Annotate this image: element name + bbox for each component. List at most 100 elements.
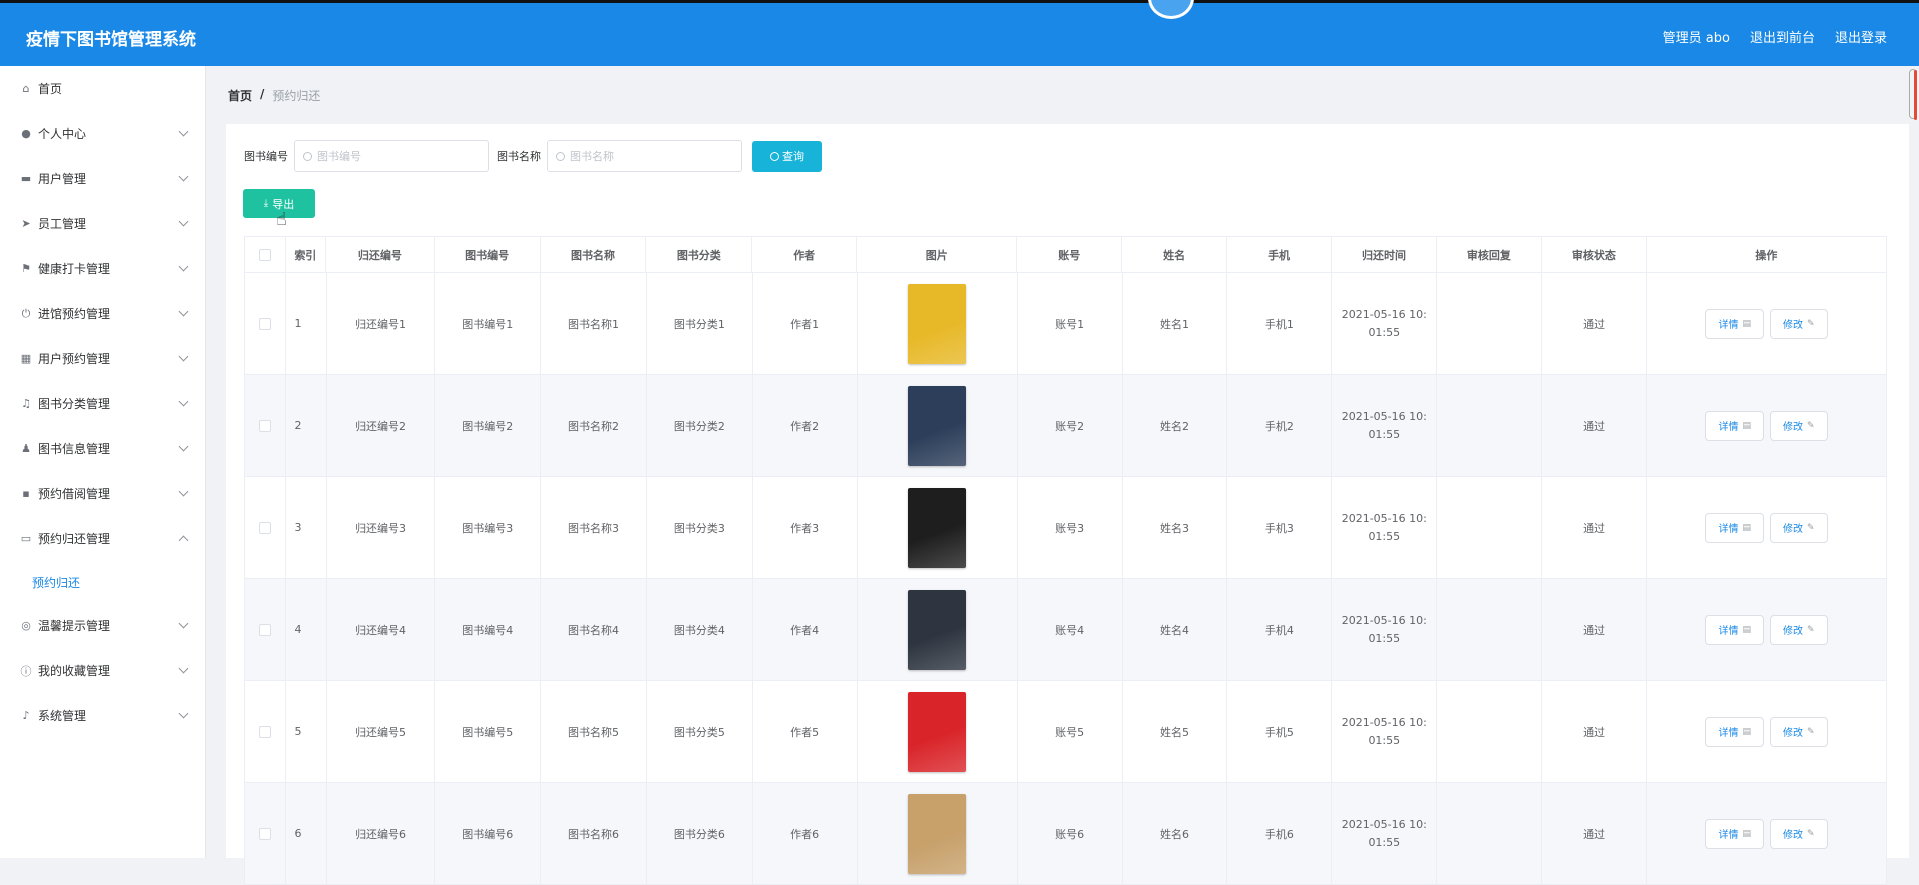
breadcrumb-current: 预约归还: [272, 89, 321, 103]
chevron-down-icon: [178, 171, 189, 182]
category-cell: 图书分类3: [647, 477, 753, 578]
column-header: 图书名称: [541, 237, 647, 272]
book-no-cell: 图书编号6: [435, 783, 542, 884]
detail-button[interactable]: 详情 ▤: [1705, 308, 1764, 339]
sidebar-item-label: 首页: [38, 82, 63, 96]
sidebar-item-2[interactable]: ▬ 用户管理: [0, 156, 205, 201]
chevron-down-icon: [178, 708, 189, 719]
sidebar-item-8[interactable]: ♟ 图书信息管理: [0, 426, 205, 471]
column-header: 图书编号: [435, 237, 541, 272]
book-name-field: [547, 140, 742, 172]
author-cell: 作者4: [753, 579, 858, 680]
phone-cell: 手机6: [1227, 783, 1333, 884]
return-no-cell: 归还编号6: [327, 783, 436, 884]
name-cell: 姓名3: [1123, 477, 1228, 578]
row-checkbox[interactable]: [258, 419, 271, 432]
basketball-icon: ◎: [21, 619, 31, 632]
column-header: 图片: [857, 237, 1018, 272]
bell-off-icon: ♫: [21, 397, 31, 410]
info-icon: ⓘ: [20, 664, 32, 678]
query-button-label: 查询: [782, 150, 804, 163]
sidebar-item-13[interactable]: ♪ 系统管理: [0, 693, 205, 738]
book-no-input[interactable]: [317, 149, 477, 163]
column-header: 操作: [1755, 248, 1778, 262]
breadcrumb-home[interactable]: 首页: [228, 87, 252, 104]
book-name-label: 图书名称: [497, 150, 541, 163]
detail-button-label: 详情: [1718, 422, 1739, 433]
book-cover-image: [908, 691, 967, 772]
logout-link[interactable]: 退出登录: [1835, 27, 1887, 46]
pointer-cursor-icon: ☝: [276, 209, 287, 230]
table-body: 1 归还编号1 图书编号1 图书名称1 图书分类1 作者1 账号1 姓名1 手机1 2021-05…: [245, 272, 1886, 884]
sidebar-item-12[interactable]: ⓘ 我的收藏管理: [0, 648, 205, 693]
chevron-down-icon: [178, 261, 189, 272]
edit-icon: ✎: [1807, 624, 1815, 635]
chat-icon: ▭: [20, 532, 32, 545]
book-name-input[interactable]: [570, 149, 730, 163]
sidebar-subitem-return[interactable]: 预约归还: [0, 561, 205, 603]
idx-cell: 3: [286, 477, 327, 578]
detail-button[interactable]: 详情 ▤: [1705, 614, 1764, 645]
return-time: 2021-05-16 10: 01:55: [1341, 511, 1427, 543]
book-no-cell: 图书编号5: [435, 681, 542, 782]
book-no-field: [294, 140, 489, 172]
sidebar-item-0[interactable]: ⌂ 首页: [0, 66, 205, 111]
book-cover-image: [908, 589, 967, 670]
edit-button[interactable]: 修改 ✎: [1770, 614, 1828, 645]
book-name-cell: 图书名称6: [541, 783, 647, 884]
row-checkbox[interactable]: [258, 827, 271, 840]
document-icon: ▤: [1742, 624, 1751, 635]
row-checkbox[interactable]: [258, 725, 271, 738]
content-panel: 图书编号 图书名称 查询 ⤓ 导出 ☝ 索引归还编号图书编号图书名称图书分类作者…: [226, 124, 1909, 885]
edit-button[interactable]: 修改 ✎: [1770, 512, 1828, 543]
query-button[interactable]: 查询: [752, 140, 822, 172]
detail-button[interactable]: 详情 ▤: [1705, 716, 1764, 747]
column-header[interactable]: [245, 237, 286, 272]
detail-button[interactable]: 详情 ▤: [1705, 410, 1764, 441]
front-link[interactable]: 退出到前台: [1750, 27, 1815, 46]
book-cover-image: [908, 385, 967, 466]
edit-button[interactable]: 修改 ✎: [1770, 308, 1828, 339]
status-cell: 通过: [1542, 579, 1648, 680]
sidebar-item-6[interactable]: ▦ 用户预约管理: [0, 336, 205, 381]
table-row: 4 归还编号4 图书编号4 图书名称4 图书分类4 作者4 账号4 姓名4 手机4 2021-05…: [245, 578, 1886, 680]
sidebar-item-4[interactable]: ⚑ 健康打卡管理: [0, 246, 205, 291]
book-no-cell: 图书编号2: [435, 375, 542, 476]
sidebar-item-10[interactable]: ▭ 预约归还管理: [0, 516, 205, 561]
cover-cell: [858, 783, 1018, 884]
sidebar-item-7[interactable]: ♫ 图书分类管理: [0, 381, 205, 426]
actions-cell: 详情 ▤ 修改 ✎: [1647, 579, 1886, 680]
detail-button[interactable]: 详情 ▤: [1705, 512, 1764, 543]
chevron-down-icon: [178, 618, 189, 629]
book-no-cell: 图书编号3: [435, 477, 542, 578]
category-cell: 图书分类1: [647, 273, 753, 374]
scrollbar-thumb[interactable]: [1914, 70, 1917, 120]
edit-button[interactable]: 修改 ✎: [1770, 410, 1828, 441]
row-checkbox[interactable]: [258, 623, 271, 636]
sidebar-item-label: 系统管理: [38, 709, 87, 723]
sidebar-item-11[interactable]: ◎ 温馨提示管理: [0, 603, 205, 648]
reply-cell: [1437, 477, 1543, 578]
return-time: 2021-05-16 10: 01:55: [1341, 409, 1427, 441]
select-all-checkbox[interactable]: [258, 248, 271, 261]
admin-name: 管理员 abo: [1662, 31, 1730, 46]
sidebar-item-9[interactable]: ▪ 预约借阅管理: [0, 471, 205, 516]
edit-button[interactable]: 修改 ✎: [1770, 818, 1828, 849]
edit-button[interactable]: 修改 ✎: [1770, 716, 1828, 747]
sidebar-item-3[interactable]: ➤ 员工管理: [0, 201, 205, 246]
author-cell: 作者3: [753, 477, 858, 578]
detail-button[interactable]: 详情 ▤: [1705, 818, 1764, 849]
return-time-cell: 2021-05-16 10: 01:55: [1332, 273, 1438, 374]
row-checkbox[interactable]: [258, 521, 271, 534]
top-header: 疫情下图书馆管理系统 管理员 abo 退出到前台 退出登录: [0, 0, 1919, 66]
table-row: 3 归还编号3 图书编号3 图书名称3 图书分类3 作者3 账号3 姓名3 手机3 2021-05…: [245, 476, 1886, 578]
sidebar-item-5[interactable]: ⏻ 进馆预约管理: [0, 291, 205, 336]
detail-button-label: 详情: [1718, 524, 1739, 535]
window-scrollbar[interactable]: [1909, 69, 1917, 120]
book-no-label: 图书编号: [244, 150, 288, 163]
sidebar-item-1[interactable]: ● 个人中心: [0, 111, 205, 156]
row-checkbox[interactable]: [258, 317, 271, 330]
phone-cell: 手机2: [1227, 375, 1333, 476]
cover-cell: [858, 375, 1018, 476]
name-cell: 姓名5: [1123, 681, 1228, 782]
